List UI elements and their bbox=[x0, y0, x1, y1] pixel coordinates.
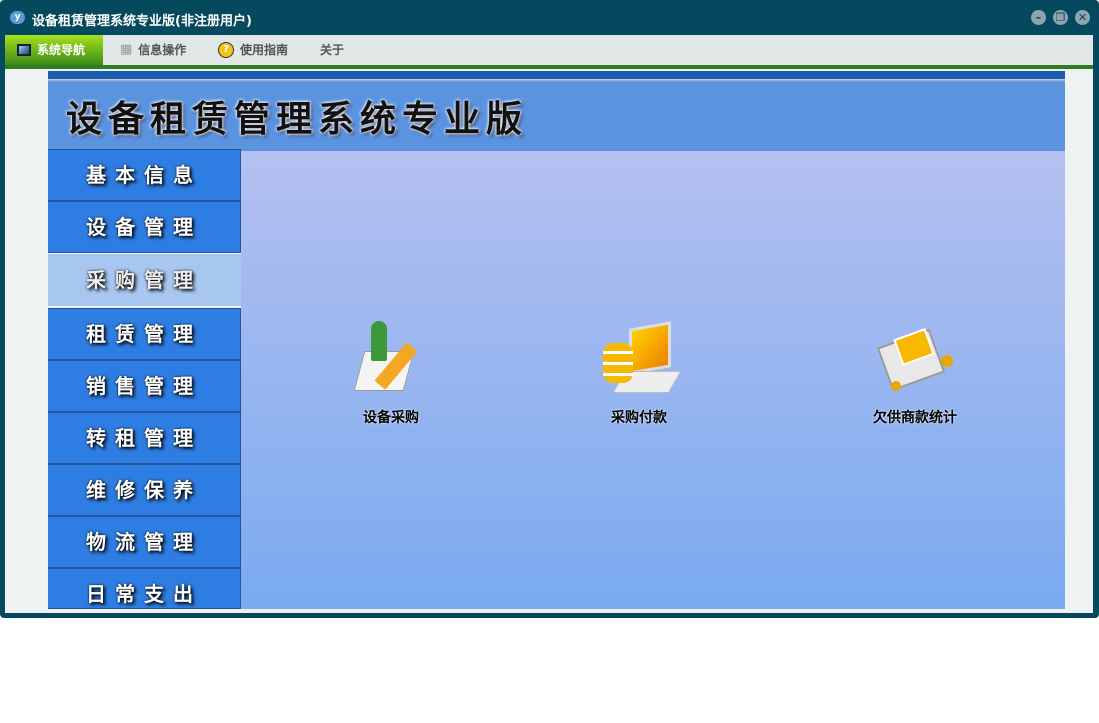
close-button[interactable]: ✕ bbox=[1075, 10, 1090, 25]
menu-guide[interactable]: ? 使用指南 bbox=[218, 35, 288, 65]
sidebar-item-rental[interactable]: 租赁管理 bbox=[48, 308, 241, 360]
sidebar-item-sales[interactable]: 销售管理 bbox=[48, 360, 241, 412]
sidebar-item-sublease[interactable]: 转租管理 bbox=[48, 412, 241, 464]
title-bar: y 设备租赁管理系统专业版(非注册用户) – ❐ ✕ bbox=[0, 0, 1099, 35]
menu-about[interactable]: 关于 bbox=[320, 35, 344, 65]
func-label: 采购付款 bbox=[611, 410, 667, 426]
func-supplier-debt-stats[interactable]: 欠供商款统计 bbox=[835, 321, 995, 427]
purchase-icon bbox=[351, 321, 431, 401]
window-title: 设备租赁管理系统专业版(非注册用户) bbox=[32, 14, 252, 29]
menu-label: 系统导航 bbox=[37, 43, 86, 57]
menu-label: 使用指南 bbox=[240, 43, 289, 57]
payment-icon bbox=[599, 321, 682, 401]
func-label: 欠供商款统计 bbox=[873, 410, 957, 426]
app-logo-icon: y bbox=[10, 11, 25, 24]
menu-system-nav[interactable]: 系统导航 bbox=[5, 35, 103, 65]
minimize-button[interactable]: – bbox=[1031, 10, 1046, 25]
func-purchase-payment[interactable]: 采购付款 bbox=[559, 321, 719, 427]
menu-label: 关于 bbox=[320, 43, 345, 57]
sidebar-item-equipment[interactable]: 设备管理 bbox=[48, 201, 241, 253]
sidebar-item-basic-info[interactable]: 基本信息 bbox=[48, 149, 241, 201]
help-icon: ? bbox=[218, 42, 234, 58]
monitor-icon bbox=[17, 44, 31, 56]
menu-info-ops[interactable]: ▦ 信息操作 bbox=[120, 35, 186, 65]
supplier-debt-icon bbox=[875, 321, 955, 401]
sidebar-item-maintenance[interactable]: 维修保养 bbox=[48, 464, 241, 516]
restore-button[interactable]: ❐ bbox=[1053, 10, 1068, 25]
main-content: 设备采购 采购付款 欠供商款统计 bbox=[241, 151, 1065, 609]
header-banner: 设备租赁管理系统专业版 bbox=[48, 82, 1065, 151]
app-window: y 设备租赁管理系统专业版(非注册用户) – ❐ ✕ 系统导航 ▦ 信息操作 ?… bbox=[0, 0, 1099, 618]
top-strip bbox=[48, 71, 1065, 79]
menu-label: 信息操作 bbox=[138, 43, 187, 57]
banner-title: 设备租赁管理系统专业版 bbox=[66, 99, 529, 140]
sidebar-item-purchase[interactable]: 采购管理 bbox=[48, 254, 241, 306]
nav-panel: 设备租赁管理系统专业版 基本信息 设备管理 采购管理 租赁管理 销售管理 转租管… bbox=[48, 71, 1065, 609]
sidebar-item-expenses[interactable]: 日常支出 bbox=[48, 568, 241, 609]
func-equipment-purchase[interactable]: 设备采购 bbox=[311, 321, 471, 427]
sidebar: 基本信息 设备管理 采购管理 租赁管理 销售管理 转租管理 维修保养 物流管理 … bbox=[48, 149, 241, 609]
menu-bar: 系统导航 ▦ 信息操作 ? 使用指南 关于 bbox=[5, 35, 1093, 65]
sidebar-item-logistics[interactable]: 物流管理 bbox=[48, 516, 241, 568]
func-label: 设备采购 bbox=[363, 410, 419, 426]
grid-icon: ▦ bbox=[120, 42, 133, 57]
